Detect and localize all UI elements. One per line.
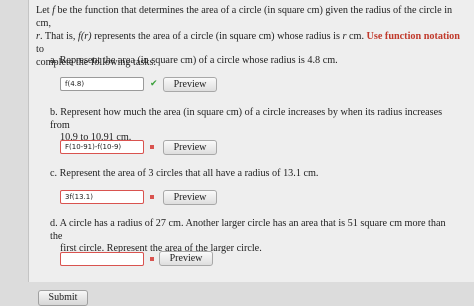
task-letter: c. <box>50 168 58 179</box>
task-text: Represent the area of 3 circles that all… <box>59 168 319 179</box>
preview-button-d[interactable]: Preview <box>159 251 213 266</box>
task-d: d. A circle has a radius of 27 cm. Anoth… <box>50 218 460 256</box>
task-text: A circle has a radius of 27 cm. Another … <box>50 218 446 242</box>
intro-text: represents the area of a circle (in squa… <box>91 31 343 42</box>
task-b: b. Represent how much the area (in squar… <box>50 107 460 145</box>
x-mark-icon <box>150 257 154 261</box>
task-text: Represent the area (in square cm) of a c… <box>59 55 338 66</box>
answer-input-c[interactable]: 3f(13.1) <box>60 190 144 204</box>
check-icon: ✔ <box>150 79 158 89</box>
emphasis-text: Use function notation <box>366 31 460 42</box>
intro-text: cm. <box>346 31 367 42</box>
intro-text: to <box>36 44 44 55</box>
answer-input-a[interactable]: f(4.8) <box>60 77 144 91</box>
preview-button-b[interactable]: Preview <box>163 140 217 155</box>
x-mark-icon <box>150 195 154 199</box>
preview-button-c[interactable]: Preview <box>163 190 217 205</box>
function-notation: f(r) <box>77 31 92 42</box>
intro-text: Let <box>36 5 53 16</box>
preview-button-a[interactable]: Preview <box>163 77 217 92</box>
task-text: Represent how much the area (in square c… <box>50 107 443 131</box>
answer-input-d[interactable] <box>60 252 144 266</box>
answer-input-b[interactable]: F(10-91)-f(10-9) <box>60 140 144 154</box>
x-mark-icon <box>150 145 154 149</box>
submit-button[interactable]: Submit <box>38 290 88 306</box>
task-letter: b. <box>50 107 58 118</box>
task-letter: d. <box>50 218 58 229</box>
task-a: a. Represent the area (in square cm) of … <box>50 55 460 68</box>
intro-text: be the function that determines the area… <box>36 5 453 29</box>
task-letter: a. <box>50 55 58 66</box>
intro-text: . That is, <box>39 31 78 42</box>
task-c: c. Represent the area of 3 circles that … <box>50 168 460 181</box>
